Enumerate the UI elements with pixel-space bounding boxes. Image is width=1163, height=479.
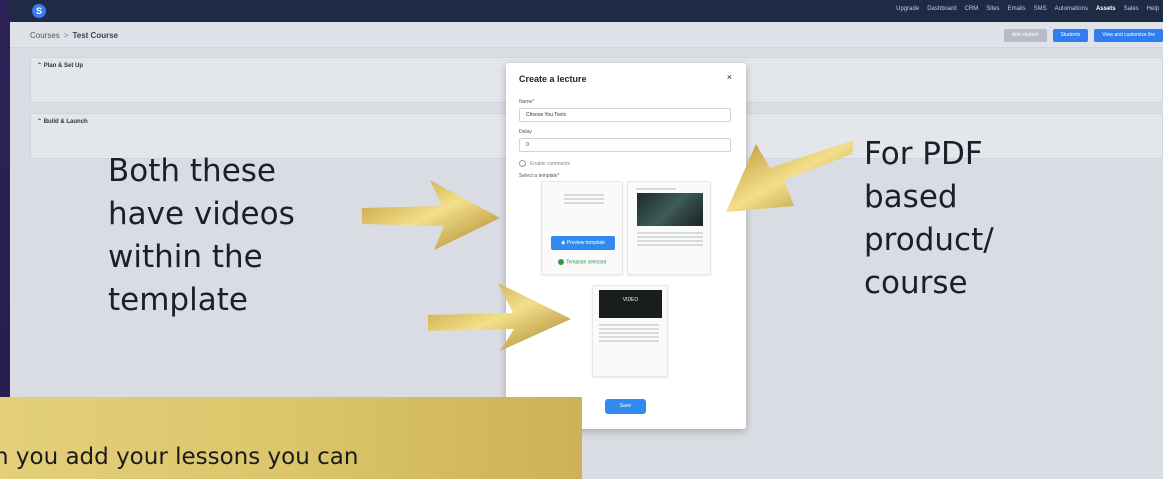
breadcrumb-courses[interactable]: Courses bbox=[30, 31, 60, 40]
required-marker: * bbox=[532, 99, 535, 105]
check-circle-icon bbox=[558, 259, 564, 265]
modal-title: Create a lecture bbox=[519, 74, 587, 84]
students-button[interactable]: Students bbox=[1052, 29, 1089, 42]
video-thumbnail: VIDEO bbox=[599, 290, 662, 318]
preview-template-label: Preview template bbox=[566, 240, 606, 246]
template-selected-label: Template selected bbox=[566, 259, 607, 266]
nav-item-automations[interactable]: Automations bbox=[1055, 6, 1088, 12]
template-preview-lines bbox=[564, 194, 604, 206]
template-title-line bbox=[636, 188, 676, 192]
select-template-label: Select a template* bbox=[519, 173, 560, 179]
video-template-lines bbox=[599, 324, 659, 344]
section-plan-label: Plan & Set Up bbox=[43, 63, 84, 69]
header-actions: Add student Students View and customize … bbox=[1003, 29, 1163, 42]
gold-arrow-icon bbox=[362, 180, 500, 250]
annotation-right-line-1: For PDF bbox=[864, 136, 983, 172]
save-button[interactable]: Save bbox=[605, 399, 646, 414]
select-template-text: Select a template bbox=[519, 173, 558, 179]
template-card-selected[interactable]: ◉ Preview template Template selected bbox=[541, 181, 623, 275]
breadcrumb-current: Test Course bbox=[72, 31, 119, 40]
annotation-right-line-2: based bbox=[864, 179, 958, 215]
page-header: Courses > Test Course Add student Students… bbox=[10, 22, 1163, 48]
template-selected-badge: Template selected bbox=[558, 259, 606, 265]
nav-item-sales[interactable]: Sales bbox=[1124, 6, 1139, 12]
nav-item-sites[interactable]: Sites bbox=[986, 6, 999, 12]
create-lecture-modal: Create a lecture × Name* Choose You Tool… bbox=[506, 63, 746, 429]
section-build-label: Build & Launch bbox=[43, 119, 88, 125]
breadcrumb-separator: > bbox=[63, 31, 69, 40]
annotation-left-line-2: have videos bbox=[108, 196, 295, 232]
close-icon[interactable]: × bbox=[727, 72, 732, 82]
template-card-video[interactable]: VIDEO bbox=[592, 285, 668, 377]
caption-text: n you add your lessons you can bbox=[0, 444, 359, 470]
breadcrumb: Courses > Test Course bbox=[30, 31, 118, 40]
caption-banner: n you add your lessons you can bbox=[0, 397, 582, 479]
enable-comments-label: Enable comments bbox=[530, 161, 571, 167]
enable-comments-checkbox[interactable] bbox=[519, 160, 526, 167]
video-label: VIDEO bbox=[622, 297, 639, 303]
app-logo[interactable]: S bbox=[32, 4, 46, 18]
preview-template-button[interactable]: ◉ Preview template bbox=[551, 236, 615, 250]
annotation-left-line-3: within the bbox=[108, 239, 263, 275]
annotation-left: Both these have videos within the templa… bbox=[108, 150, 295, 322]
nav-item-crm[interactable]: CRM bbox=[965, 6, 979, 12]
annotation-right-line-3: product/ bbox=[864, 222, 994, 258]
name-label-text: Name bbox=[519, 99, 533, 105]
template-image bbox=[637, 193, 703, 226]
main-nav: Upgrade Dashboard CRM Sites Emails SMS A… bbox=[896, 6, 1159, 12]
nav-item-upgrade[interactable]: Upgrade bbox=[896, 6, 919, 12]
name-label: Name* bbox=[519, 99, 534, 105]
gold-arrow-icon bbox=[428, 283, 571, 351]
name-input[interactable]: Choose You Tools bbox=[519, 108, 731, 122]
annotation-left-line-1: Both these bbox=[108, 153, 276, 189]
nav-item-assets[interactable]: Assets bbox=[1096, 6, 1116, 12]
add-student-button[interactable]: Add student bbox=[1003, 29, 1047, 42]
delay-label: Delay bbox=[519, 129, 532, 135]
nav-item-emails[interactable]: Emails bbox=[1008, 6, 1026, 12]
nav-item-sms[interactable]: SMS bbox=[1034, 6, 1047, 12]
required-marker: * bbox=[557, 173, 560, 179]
annotation-left-line-4: template bbox=[108, 282, 248, 318]
annotation-right: For PDF based product/ course bbox=[864, 133, 994, 305]
nav-item-dashboard[interactable]: Dashboard bbox=[927, 6, 956, 12]
annotation-right-line-4: course bbox=[864, 265, 968, 301]
nav-item-help[interactable]: Help bbox=[1147, 6, 1159, 12]
view-customize-button[interactable]: View and customize the bbox=[1094, 29, 1163, 42]
delay-input[interactable]: 0 bbox=[519, 138, 731, 152]
template-text-lines bbox=[637, 232, 703, 248]
gold-arrow-icon bbox=[726, 140, 854, 212]
template-card-pdf[interactable] bbox=[627, 181, 711, 275]
top-navigation-bar: S Upgrade Dashboard CRM Sites Emails SMS… bbox=[10, 0, 1163, 22]
